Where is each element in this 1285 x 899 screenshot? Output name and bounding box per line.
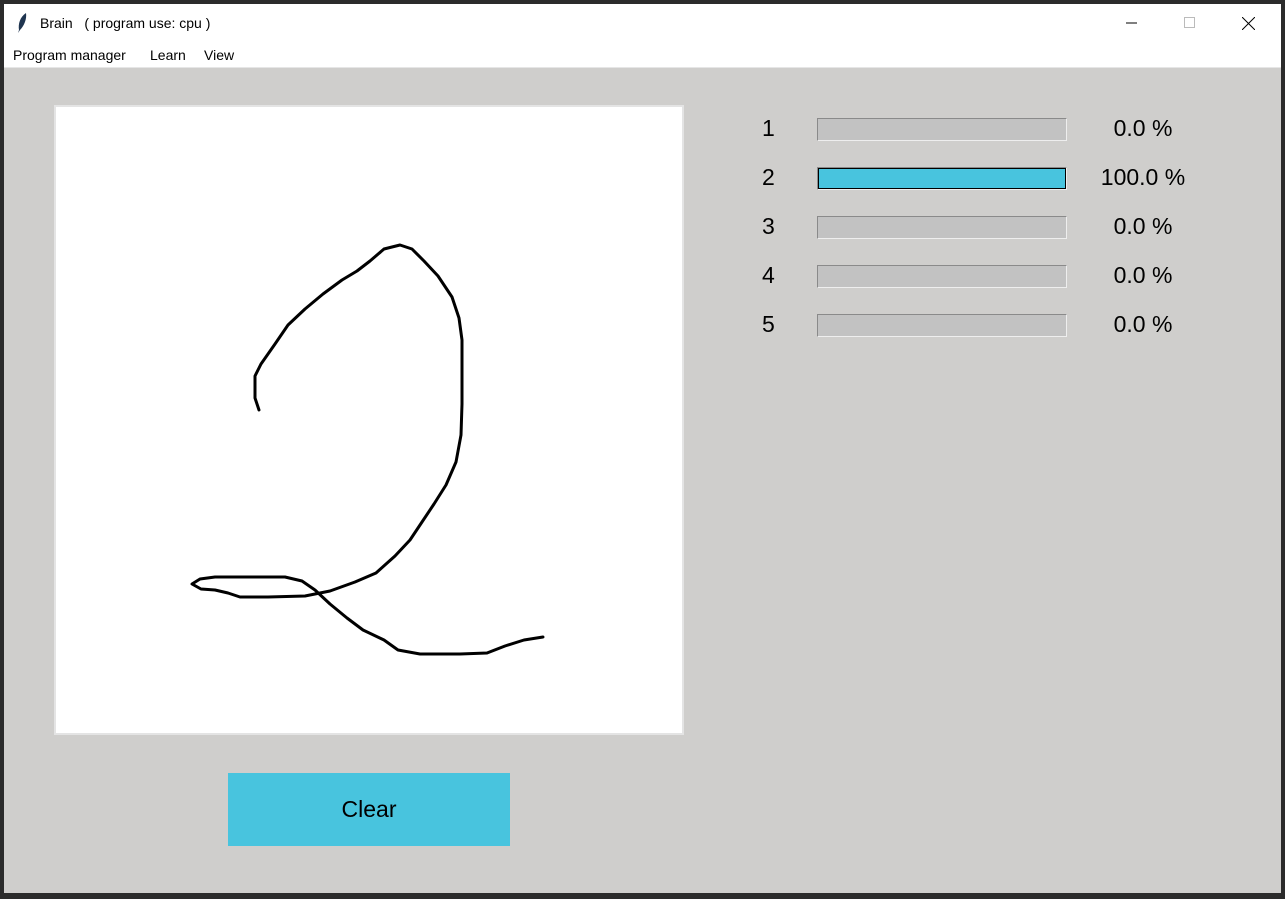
drawn-stroke <box>190 243 545 656</box>
probability-text: 0.0 % <box>1113 262 1173 288</box>
close-button[interactable] <box>1219 4 1277 42</box>
title-bar: Brain ( program use: cpu ) <box>4 4 1281 42</box>
class-label: 2 <box>762 164 775 190</box>
probability-bar <box>817 265 1067 288</box>
probability-bar <box>817 167 1067 190</box>
menu-view[interactable]: View <box>204 47 234 63</box>
probability-bar <box>817 314 1067 337</box>
probability-text: 100.0 % <box>1100 164 1186 190</box>
maximize-button[interactable] <box>1161 4 1219 42</box>
menu-bar: Program manager Learn View <box>4 42 1281 68</box>
probability-bar <box>817 216 1067 239</box>
class-label: 3 <box>762 213 775 239</box>
feather-icon <box>18 13 27 33</box>
menu-program-manager[interactable]: Program manager <box>13 47 126 63</box>
app-window: Brain ( program use: cpu ) Program manag… <box>4 4 1281 893</box>
probability-text: 0.0 % <box>1113 213 1173 239</box>
prediction-row: 4 0.0 % <box>4 262 1281 292</box>
prediction-row: 5 0.0 % <box>4 311 1281 341</box>
probability-bar <box>817 118 1067 141</box>
probability-text: 0.0 % <box>1113 115 1173 141</box>
drawing-canvas[interactable] <box>54 105 684 735</box>
class-label: 1 <box>762 115 775 141</box>
class-label: 4 <box>762 262 775 288</box>
minimize-button[interactable] <box>1103 4 1161 42</box>
class-label: 5 <box>762 311 775 337</box>
prediction-row: 1 0.0 % <box>4 115 1281 145</box>
prediction-row: 2 100.0 % <box>4 164 1281 194</box>
prediction-row: 3 0.0 % <box>4 213 1281 243</box>
menu-learn[interactable]: Learn <box>150 47 186 63</box>
window-title: Brain ( program use: cpu ) <box>40 15 211 31</box>
probability-text: 0.0 % <box>1113 311 1173 337</box>
probability-fill <box>818 168 1066 189</box>
clear-button[interactable]: Clear <box>228 773 510 846</box>
